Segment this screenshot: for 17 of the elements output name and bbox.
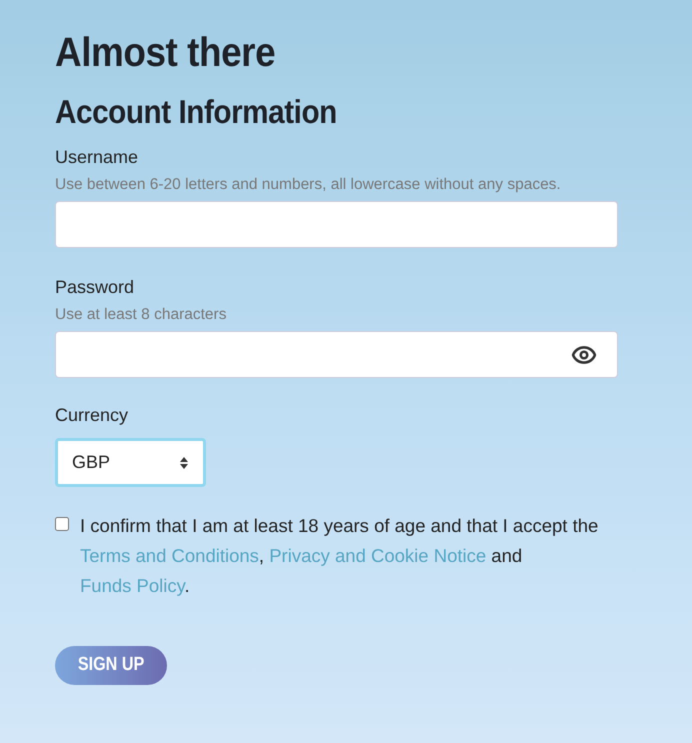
consent-text: I confirm that I am at least 18 years of age and that I accept the Terms and Conditions, Privacy and Cookie Notice and Funds Policy.	[80, 514, 600, 598]
field-hint: Use at least 8 characters	[55, 305, 226, 325]
password-field[interactable]	[55, 331, 618, 378]
field-label: Username	[55, 146, 138, 169]
policy-link[interactable]: Funds Policy	[80, 575, 185, 596]
field-hint: Use between 6-20 letters and numbers, all lowercase without any spaces.	[55, 175, 561, 195]
section-title: Account Information	[55, 92, 337, 132]
policy-link[interactable]: Privacy and Cookie Notice	[269, 545, 486, 566]
field-label: Password	[55, 276, 134, 299]
policy-link[interactable]: Terms and Conditions	[80, 545, 259, 566]
sort-icon	[179, 456, 189, 470]
page-title: Almost there	[55, 28, 276, 76]
username-field[interactable]	[55, 201, 618, 248]
consent-checkbox[interactable]	[55, 517, 69, 531]
sign-up-button[interactable]: SIGN UP	[55, 646, 167, 685]
currency-select[interactable]: GBP	[55, 438, 206, 487]
field-label: Currency	[55, 404, 128, 427]
